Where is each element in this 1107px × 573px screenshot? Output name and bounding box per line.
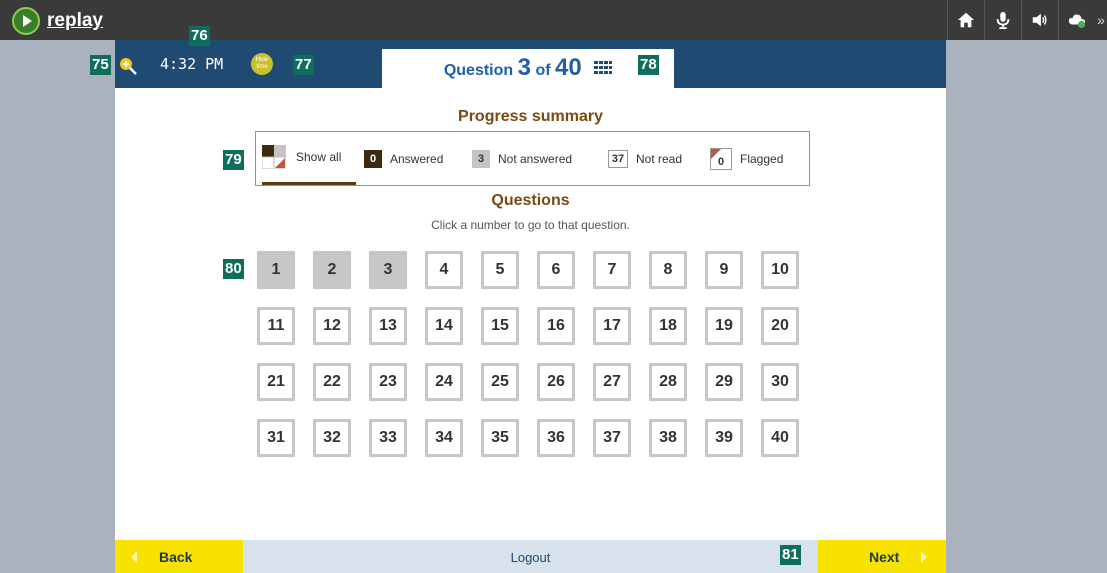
flag-icon: 0 (710, 147, 732, 170)
not-answered-count: 3 (472, 149, 490, 168)
question-number-31[interactable]: 31 (257, 419, 295, 457)
questions-instructions: Click a number to go to that question. (431, 218, 630, 232)
question-number-37[interactable]: 37 (593, 419, 631, 457)
question-number-2[interactable]: 2 (313, 251, 351, 289)
next-button[interactable]: Next (818, 540, 946, 573)
filter-show-all[interactable]: Show all (261, 132, 356, 185)
home-icon[interactable] (947, 0, 984, 40)
microphone-icon[interactable] (984, 0, 1021, 40)
question-number-14[interactable]: 14 (425, 307, 463, 345)
question-number-19[interactable]: 19 (705, 307, 743, 345)
question-number-1[interactable]: 1 (257, 251, 295, 289)
clock-time: 4:32 PM (160, 55, 224, 73)
question-number-20[interactable]: 20 (761, 307, 799, 345)
badge-79: 79 (223, 150, 244, 170)
question-number-10[interactable]: 10 (761, 251, 799, 289)
question-word: Question (443, 62, 514, 79)
question-number-17[interactable]: 17 (593, 307, 631, 345)
question-number-6[interactable]: 6 (537, 251, 575, 289)
appbar-icon-group: » (947, 0, 1107, 40)
questions-title: Questions (491, 192, 570, 209)
badge-76: 76 (189, 26, 210, 46)
question-number-35[interactable]: 35 (481, 419, 519, 457)
question-number-39[interactable]: 39 (705, 419, 743, 457)
answered-count: 0 (364, 149, 382, 168)
question-number-29[interactable]: 29 (705, 363, 743, 401)
progress-summary-title: Progress summary (458, 108, 603, 125)
zoom-in-icon[interactable] (118, 56, 138, 81)
question-toolbar: 4:32 PM Hide time Question 3 of 40 (115, 40, 946, 95)
question-number-5[interactable]: 5 (481, 251, 519, 289)
question-number-30[interactable]: 30 (761, 363, 799, 401)
show-all-label: Show all (296, 150, 342, 164)
current-question-number: 3 (517, 54, 531, 81)
speaker-icon[interactable] (1021, 0, 1058, 40)
of-word: of (535, 62, 551, 79)
question-number-11[interactable]: 11 (257, 307, 295, 345)
not-read-label: Not read (636, 151, 683, 166)
footer-nav: Back Logout Next (115, 540, 946, 573)
show-all-icon (261, 145, 287, 170)
filter-not-read[interactable]: 37 Not read (608, 132, 682, 185)
question-number-18[interactable]: 18 (649, 307, 687, 345)
cloud-icon[interactable] (1058, 0, 1095, 40)
logo-text: replay (47, 10, 103, 31)
more-icon[interactable]: » (1095, 0, 1107, 40)
question-number-34[interactable]: 34 (425, 419, 463, 457)
next-arrow-icon (921, 550, 928, 563)
not-read-count: 37 (608, 149, 628, 168)
question-number-38[interactable]: 38 (649, 419, 687, 457)
question-number-28[interactable]: 28 (649, 363, 687, 401)
progress-filter-bar: Show all 0 Answered 3 Not answered 37 No… (255, 131, 810, 186)
replay-logo-icon (12, 7, 40, 35)
question-number-23[interactable]: 23 (369, 363, 407, 401)
question-number-16[interactable]: 16 (537, 307, 575, 345)
question-number-4[interactable]: 4 (425, 251, 463, 289)
question-number-15[interactable]: 15 (481, 307, 519, 345)
filter-not-answered[interactable]: 3 Not answered (472, 132, 572, 185)
question-number-7[interactable]: 7 (593, 251, 631, 289)
question-indicator[interactable]: Question 3 of 40 (382, 49, 674, 88)
hide-time-button[interactable]: Hide time (251, 53, 273, 75)
question-number-26[interactable]: 26 (537, 363, 575, 401)
question-number-21[interactable]: 21 (257, 363, 295, 401)
total-question-number: 40 (555, 54, 582, 81)
question-tab-pointer (530, 88, 544, 95)
question-number-33[interactable]: 33 (369, 419, 407, 457)
question-number-13[interactable]: 13 (369, 307, 407, 345)
app-bar: replay » (0, 0, 1107, 40)
question-number-25[interactable]: 25 (481, 363, 519, 401)
question-number-36[interactable]: 36 (537, 419, 575, 457)
filter-answered[interactable]: 0 Answered (364, 132, 443, 185)
question-number-27[interactable]: 27 (593, 363, 631, 401)
question-number-40[interactable]: 40 (761, 419, 799, 457)
badge-77: 77 (293, 55, 314, 75)
badge-80: 80 (223, 259, 244, 279)
answered-label: Answered (390, 151, 444, 166)
not-answered-label: Not answered (498, 151, 573, 166)
badge-81: 81 (780, 545, 801, 565)
question-number-22[interactable]: 22 (313, 363, 351, 401)
question-number-3[interactable]: 3 (369, 251, 407, 289)
badge-75: 75 (90, 55, 111, 75)
question-number-12[interactable]: 12 (313, 307, 351, 345)
question-number-9[interactable]: 9 (705, 251, 743, 289)
question-number-32[interactable]: 32 (313, 419, 351, 457)
next-label: Next (869, 548, 900, 565)
flagged-label: Flagged (740, 151, 784, 166)
question-number-24[interactable]: 24 (425, 363, 463, 401)
filter-flagged[interactable]: 0 Flagged (710, 132, 783, 185)
question-number-8[interactable]: 8 (649, 251, 687, 289)
badge-78: 78 (638, 55, 659, 75)
replay-logo[interactable]: replay (12, 7, 103, 35)
grid-icon (594, 61, 613, 80)
